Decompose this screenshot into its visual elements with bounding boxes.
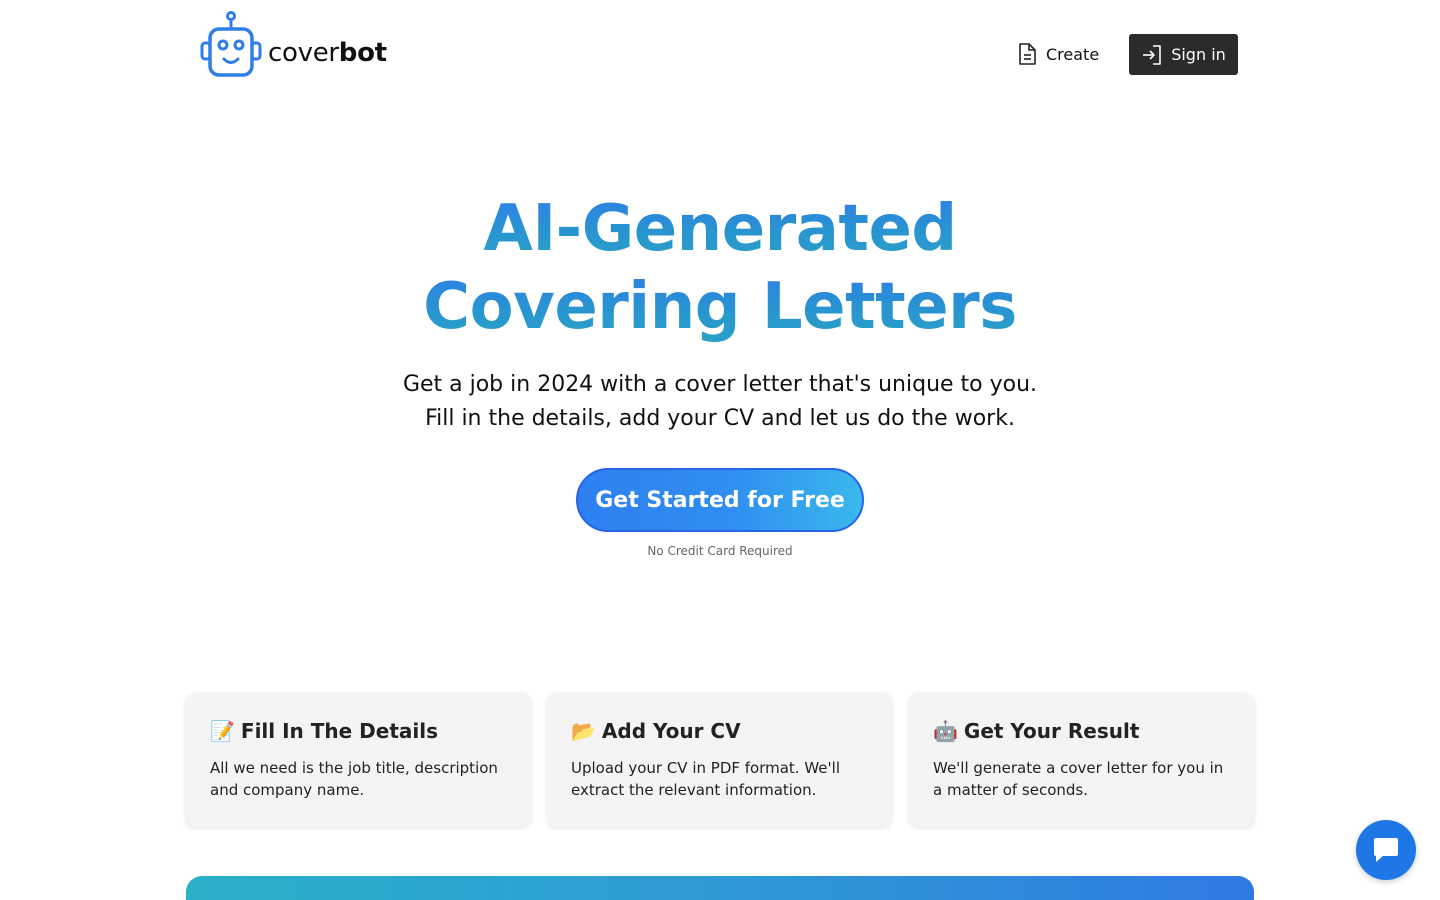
feature-card-details: 📝 Fill In The Details All we need is the… xyxy=(186,693,531,827)
gradient-banner xyxy=(186,876,1254,900)
memo-icon: 📝 xyxy=(210,719,235,743)
feature-description: Upload your CV in PDF format. We'll extr… xyxy=(571,759,840,799)
robot-logo-icon xyxy=(200,11,262,77)
brand-name: coverbot xyxy=(268,38,387,68)
feature-description: We'll generate a cover letter for you in… xyxy=(933,759,1224,799)
hero-subtitle-line-1: Get a job in 2024 with a cover letter th… xyxy=(402,372,1038,397)
feature-title-text: Fill In The Details xyxy=(240,719,438,743)
feature-card-cv: 📂 Add Your CV Upload your CV in PDF form… xyxy=(547,693,892,827)
hero-title-line-1: AI-Generated xyxy=(0,190,1440,268)
create-link[interactable]: Create xyxy=(1016,42,1099,66)
hero-title: AI-Generated Covering Letters xyxy=(0,190,1440,346)
get-started-button[interactable]: Get Started for Free xyxy=(576,468,864,532)
feature-title: 📝 Fill In The Details xyxy=(210,719,507,743)
feature-description: All we need is the job title, descriptio… xyxy=(210,759,498,799)
feature-title: 📂 Add Your CV xyxy=(571,719,868,743)
hero-subtitle-line-2: Fill in the details, add your CV and let… xyxy=(425,406,1015,431)
brand-name-bold: bot xyxy=(338,38,387,68)
feature-title: 🤖 Get Your Result xyxy=(933,719,1230,743)
chat-bubble-icon xyxy=(1374,838,1398,862)
document-icon xyxy=(1019,43,1036,65)
folder-icon: 📂 xyxy=(571,719,596,743)
create-label: Create xyxy=(1046,44,1100,64)
header: coverbot Create Sign in xyxy=(0,0,1440,110)
hero-subtitle: Get a job in 2024 with a cover letter th… xyxy=(0,368,1440,436)
feature-title-text: Get Your Result xyxy=(963,719,1140,743)
login-arrow-icon xyxy=(1143,44,1162,65)
hero-title-line-2: Covering Letters xyxy=(0,268,1440,346)
logo[interactable]: coverbot xyxy=(200,11,387,79)
chat-widget-button[interactable] xyxy=(1356,820,1416,880)
feature-title-text: Add Your CV xyxy=(601,719,741,743)
no-credit-card-note: No Credit Card Required xyxy=(647,544,793,558)
brand-name-light: cover xyxy=(268,38,339,68)
robot-icon: 🤖 xyxy=(933,719,958,743)
feature-card-result: 🤖 Get Your Result We'll generate a cover… xyxy=(909,693,1254,827)
sign-in-button[interactable]: Sign in xyxy=(1129,34,1238,75)
sign-in-label: Sign in xyxy=(1171,45,1226,64)
